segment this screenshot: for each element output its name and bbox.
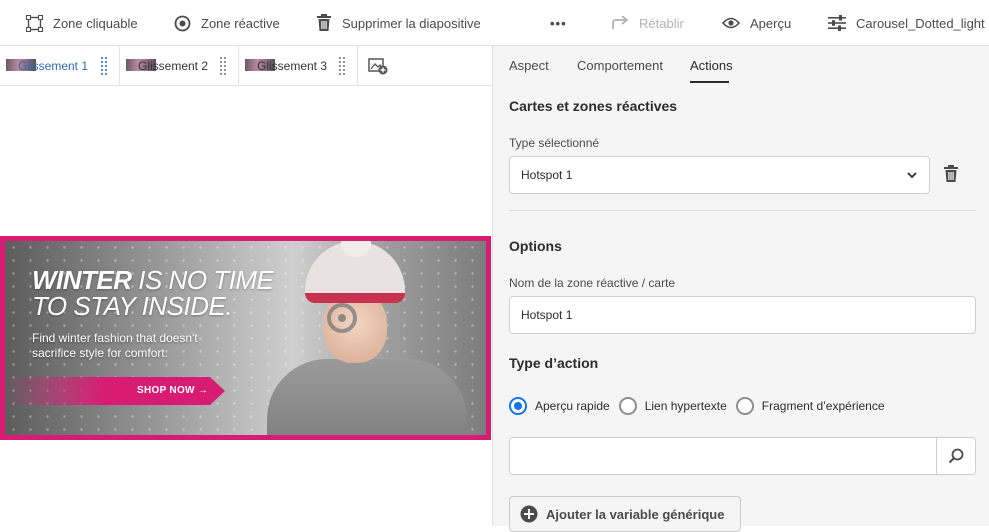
hotspot-name-field[interactable]: Hotspot 1 — [509, 296, 976, 334]
preset-label: Carousel_Dotted_light — [856, 15, 985, 31]
product-search — [509, 437, 976, 475]
active-tab-indicator — [690, 81, 729, 83]
add-variable-label: Ajouter la variable générique — [546, 506, 725, 522]
crop-square-icon — [26, 14, 43, 32]
options-title: Options — [509, 238, 562, 254]
radio-quick-view[interactable]: Aperçu rapide — [509, 397, 610, 415]
slide-tab-1[interactable]: Glissement 1 — [0, 46, 119, 86]
radio-label: Aperçu rapide — [535, 399, 610, 413]
headline-line-2: TO STAY INSIDE. — [32, 291, 233, 321]
radio-experience-fragment[interactable]: Fragment d’expérience — [735, 397, 885, 415]
properties-panel: Aspect Comportement Actions Cartes et zo… — [492, 46, 989, 532]
slide-label: Glissement 2 — [138, 59, 209, 73]
target-icon — [174, 15, 191, 31]
toolbar: Zone cliquable Zone réactive Supprimer l… — [0, 0, 989, 46]
slide-label: Glissement 1 — [18, 59, 89, 73]
search-button[interactable] — [937, 437, 976, 475]
tab-comportement[interactable]: Comportement — [577, 58, 663, 73]
radio-unselected-icon — [618, 397, 637, 415]
shop-now-cta: SHOP NOW → — [5, 377, 225, 405]
redo-button[interactable]: Rétablir — [611, 0, 684, 46]
tab-aspect[interactable]: Aspect — [509, 58, 549, 73]
more-button[interactable]: ••• — [550, 0, 567, 46]
slide-label: Glissement 3 — [257, 59, 328, 73]
hotspot-marker-icon[interactable] — [327, 303, 357, 333]
clickable-zone-button[interactable]: Zone cliquable — [26, 0, 138, 46]
add-image-icon — [367, 58, 387, 75]
more-icon: ••• — [550, 15, 567, 31]
radio-label: Fragment d’expérience — [761, 399, 885, 413]
search-input[interactable] — [509, 437, 937, 475]
drag-handle-icon[interactable] — [339, 57, 345, 75]
sliders-icon — [828, 15, 846, 31]
name-label: Nom de la zone réactive / carte — [509, 276, 676, 290]
chevron-down-icon — [907, 172, 917, 179]
drag-handle-icon[interactable] — [101, 57, 107, 75]
tab-actions[interactable]: Actions — [690, 58, 733, 73]
radio-hyperlink[interactable]: Lien hypertexte — [618, 397, 727, 415]
add-generic-variable-button[interactable]: Ajouter la variable générique — [509, 496, 741, 532]
delete-hotspot-button[interactable] — [943, 165, 959, 188]
selected-type-label: Type sélectionné — [509, 136, 600, 150]
add-circle-icon — [520, 505, 538, 523]
redo-icon — [612, 16, 629, 29]
slide-banner-image[interactable]: WINTER IS NO TIME TO STAY INSIDE. Find w… — [0, 236, 491, 440]
preset-button[interactable]: Carousel_Dotted_light — [828, 0, 985, 46]
hotspot-button[interactable]: Zone réactive — [174, 0, 280, 46]
banner-headline: WINTER IS NO TIME TO STAY INSIDE. — [32, 267, 274, 321]
radio-selected-icon — [509, 397, 527, 415]
trash-icon — [944, 165, 958, 182]
slide-tab-3[interactable]: Glissement 3 — [238, 46, 357, 86]
delete-slide-label: Supprimer la diapositive — [342, 15, 481, 31]
shop-now-label: SHOP NOW → — [137, 385, 209, 396]
slide-strip: Glissement 1 Glissement 2 Glissement 3 — [0, 46, 492, 86]
section-title: Cartes et zones réactives — [509, 98, 678, 114]
search-icon — [948, 448, 964, 464]
model-sweater — [267, 359, 467, 435]
redo-label: Rétablir — [639, 15, 684, 31]
radio-label: Lien hypertexte — [644, 399, 727, 413]
add-slide-button[interactable] — [357, 46, 397, 86]
hotspot-label: Zone réactive — [201, 15, 280, 31]
selected-type-dropdown[interactable]: Hotspot 1 — [509, 156, 930, 194]
preview-label: Aperçu — [750, 15, 792, 31]
delete-slide-button[interactable]: Supprimer la diapositive — [316, 0, 481, 46]
divider — [509, 210, 976, 211]
eye-icon — [722, 17, 740, 29]
action-type-title: Type d’action — [509, 355, 599, 371]
preview-button[interactable]: Aperçu — [722, 0, 791, 46]
drag-handle-icon[interactable] — [220, 57, 226, 75]
trash-icon — [317, 14, 331, 31]
banner-subline: Find winter fashion that doesn't sacrifi… — [32, 331, 198, 360]
hotspot-name-value: Hotspot 1 — [521, 308, 573, 322]
canvas-pane: Glissement 1 Glissement 2 Glissement 3 W… — [0, 46, 492, 526]
action-type-radio-group: Aperçu rapide Lien hypertexte Fragment d… — [509, 397, 894, 415]
selected-type-value: Hotspot 1 — [521, 168, 573, 182]
slide-tab-2[interactable]: Glissement 2 — [119, 46, 238, 86]
clickable-zone-label: Zone cliquable — [53, 15, 138, 31]
radio-unselected-icon — [735, 397, 754, 415]
